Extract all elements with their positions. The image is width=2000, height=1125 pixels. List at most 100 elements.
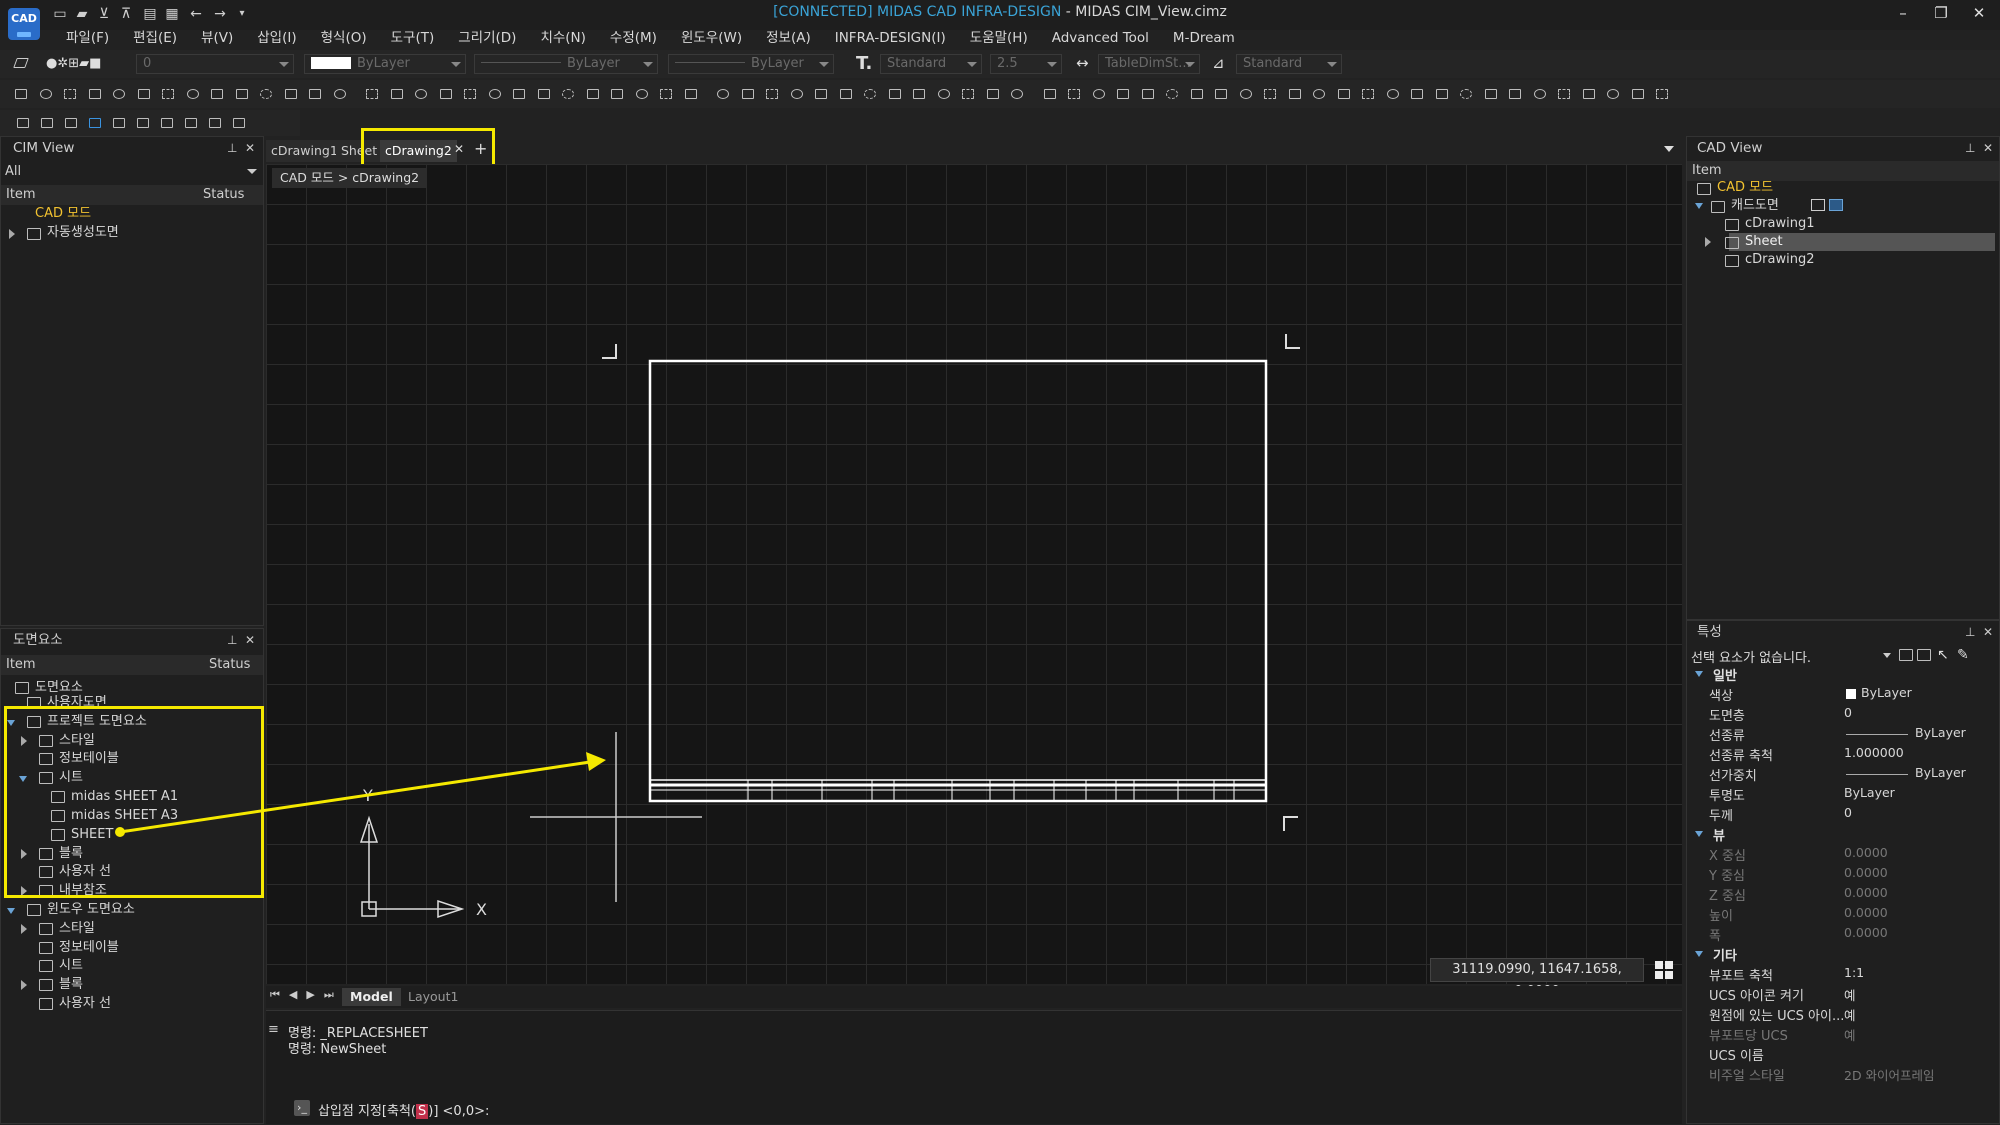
utility-tool-icon[interactable]	[182, 115, 200, 131]
cim-item-cad-mode[interactable]: CAD 모드	[35, 205, 91, 223]
tab-layout1[interactable]: Layout1	[400, 988, 466, 1006]
tool-icon[interactable]	[935, 86, 953, 102]
menu-modify[interactable]: 수정(M)	[598, 28, 669, 48]
element-window-block[interactable]: 블록	[59, 976, 83, 994]
cim-item-auto-drawing[interactable]: 자동생성도면	[47, 224, 119, 242]
tool-icon[interactable]	[886, 86, 904, 102]
pin-icon[interactable]: ⊥	[1965, 625, 1975, 639]
section-collapse-icon[interactable]	[1695, 951, 1703, 957]
close-panel-icon[interactable]: ✕	[1983, 141, 1993, 155]
utility-tool-icon[interactable]	[62, 115, 80, 131]
property-value[interactable]: ByLayer	[1915, 765, 1966, 780]
tool-icon[interactable]	[910, 86, 928, 102]
tool-icon[interactable]	[363, 86, 381, 102]
tool-icon[interactable]	[559, 86, 577, 102]
tool-icon[interactable]	[437, 86, 455, 102]
tool-icon[interactable]	[306, 86, 324, 102]
tool-icon[interactable]	[331, 86, 349, 102]
command-menu-icon[interactable]: ≡	[268, 1022, 279, 1037]
tool-icon[interactable]	[1237, 86, 1255, 102]
property-value[interactable]: ByLayer	[1915, 725, 1966, 740]
layer-dropdown[interactable]: 0	[136, 54, 294, 74]
menu-view[interactable]: 뷰(V)	[189, 28, 245, 48]
pick-icon[interactable]: ↖	[1937, 647, 1949, 663]
text-style-icon[interactable]: T.	[856, 53, 872, 74]
tool-icon[interactable]	[1163, 86, 1181, 102]
property-value[interactable]: 0.0000	[1844, 885, 1888, 900]
tool-icon[interactable]	[682, 86, 700, 102]
element-window-user-line[interactable]: 사용자 선	[59, 995, 111, 1013]
pin-icon[interactable]: ⊥	[1965, 141, 1975, 155]
tool-icon[interactable]	[812, 86, 830, 102]
tool-icon[interactable]	[1629, 86, 1647, 102]
property-value[interactable]: 0.0000	[1844, 905, 1888, 920]
menu-tools[interactable]: 도구(T)	[379, 28, 447, 48]
command-input[interactable]: 삽입점 지정[축척(S)] <0,0>:	[318, 1100, 489, 1119]
tool-icon[interactable]	[1555, 86, 1573, 102]
section-collapse-icon[interactable]	[1695, 671, 1703, 677]
tool-icon[interactable]	[257, 86, 275, 102]
cim-filter-dropdown[interactable]: All	[3, 163, 261, 181]
menu-advanced-tool[interactable]: Advanced Tool	[1040, 28, 1161, 48]
text-height-dropdown[interactable]: 2.5	[990, 54, 1062, 74]
tool-icon[interactable]	[959, 86, 977, 102]
tool-icon[interactable]	[1384, 86, 1402, 102]
property-value[interactable]: 0.0000	[1844, 845, 1888, 860]
pin-icon[interactable]: ⊥	[227, 141, 237, 155]
tool-icon[interactable]	[535, 86, 553, 102]
grid-menu-icon[interactable]	[1652, 958, 1676, 982]
tool-icon[interactable]	[788, 86, 806, 102]
menu-edit[interactable]: 편집(E)	[121, 28, 189, 48]
tab-cdrawing1[interactable]: cDrawing1	[266, 140, 343, 162]
property-value[interactable]: ByLayer	[1861, 685, 1912, 700]
tool-icon[interactable]	[1310, 86, 1328, 102]
menu-file[interactable]: 파일(F)	[54, 28, 121, 48]
menu-draw[interactable]: 그리기(D)	[446, 28, 528, 48]
minimize-button[interactable]: –	[1890, 4, 1916, 22]
utility-tool-icon[interactable]	[14, 115, 32, 131]
cad-item-drawings[interactable]: 캐드도면	[1731, 197, 1779, 215]
menu-infra-design[interactable]: INFRA-DESIGN(I)	[823, 28, 958, 48]
tool-icon[interactable]	[861, 86, 879, 102]
tool-icon[interactable]	[1041, 86, 1059, 102]
view-mode-active-icon[interactable]	[1829, 199, 1843, 211]
selection-dropdown-arrow-icon[interactable]	[1883, 653, 1891, 658]
property-value[interactable]: 0.0000	[1844, 865, 1888, 880]
property-value[interactable]: 예	[1844, 1005, 1856, 1024]
tool-icon[interactable]	[86, 86, 104, 102]
tool-icon[interactable]	[657, 86, 675, 102]
tool-icon[interactable]	[1604, 86, 1622, 102]
tool-icon[interactable]	[763, 86, 781, 102]
layer-state-icons[interactable]: ●✲⊞▰■	[46, 56, 101, 71]
tool-icon[interactable]	[184, 86, 202, 102]
cad-item-cdrawing1[interactable]: cDrawing1	[1745, 215, 1814, 233]
dim-style-dropdown[interactable]: TableDimSt...	[1098, 54, 1200, 74]
cad-item-sheet[interactable]: Sheet	[1745, 233, 1783, 251]
section-misc[interactable]: 기타	[1713, 945, 1737, 964]
text-style-dropdown[interactable]: Standard	[880, 54, 982, 74]
property-value[interactable]: 2D 와이어프레임	[1844, 1065, 1935, 1084]
tool-icon[interactable]	[12, 86, 30, 102]
close-panel-icon[interactable]: ✕	[1983, 625, 1993, 639]
utility-tool-icon[interactable]	[86, 115, 104, 131]
expand-arrow-icon[interactable]	[1705, 237, 1711, 247]
tool-icon[interactable]	[1433, 86, 1451, 102]
tool-icon[interactable]	[110, 86, 128, 102]
collapse-arrow-icon[interactable]	[1695, 203, 1703, 209]
tool-icon[interactable]	[1065, 86, 1083, 102]
dim-style-icon[interactable]: ↔	[1076, 54, 1089, 72]
tool-icon[interactable]	[1408, 86, 1426, 102]
tool-icon[interactable]	[282, 86, 300, 102]
element-window-sheet[interactable]: 시트	[59, 957, 83, 975]
tool-icon[interactable]	[1482, 86, 1500, 102]
color-dropdown[interactable]: ByLayer	[304, 54, 466, 74]
menu-help[interactable]: 도움말(H)	[958, 28, 1040, 48]
utility-tool-icon[interactable]	[38, 115, 56, 131]
utility-tool-icon[interactable]	[110, 115, 128, 131]
property-value[interactable]: 0	[1844, 805, 1852, 820]
property-value[interactable]: 1:1	[1844, 965, 1864, 980]
tool-icon[interactable]	[837, 86, 855, 102]
tool-icon[interactable]	[739, 86, 757, 102]
linetype-dropdown[interactable]: ByLayer	[474, 54, 658, 74]
tool-icon[interactable]	[159, 86, 177, 102]
